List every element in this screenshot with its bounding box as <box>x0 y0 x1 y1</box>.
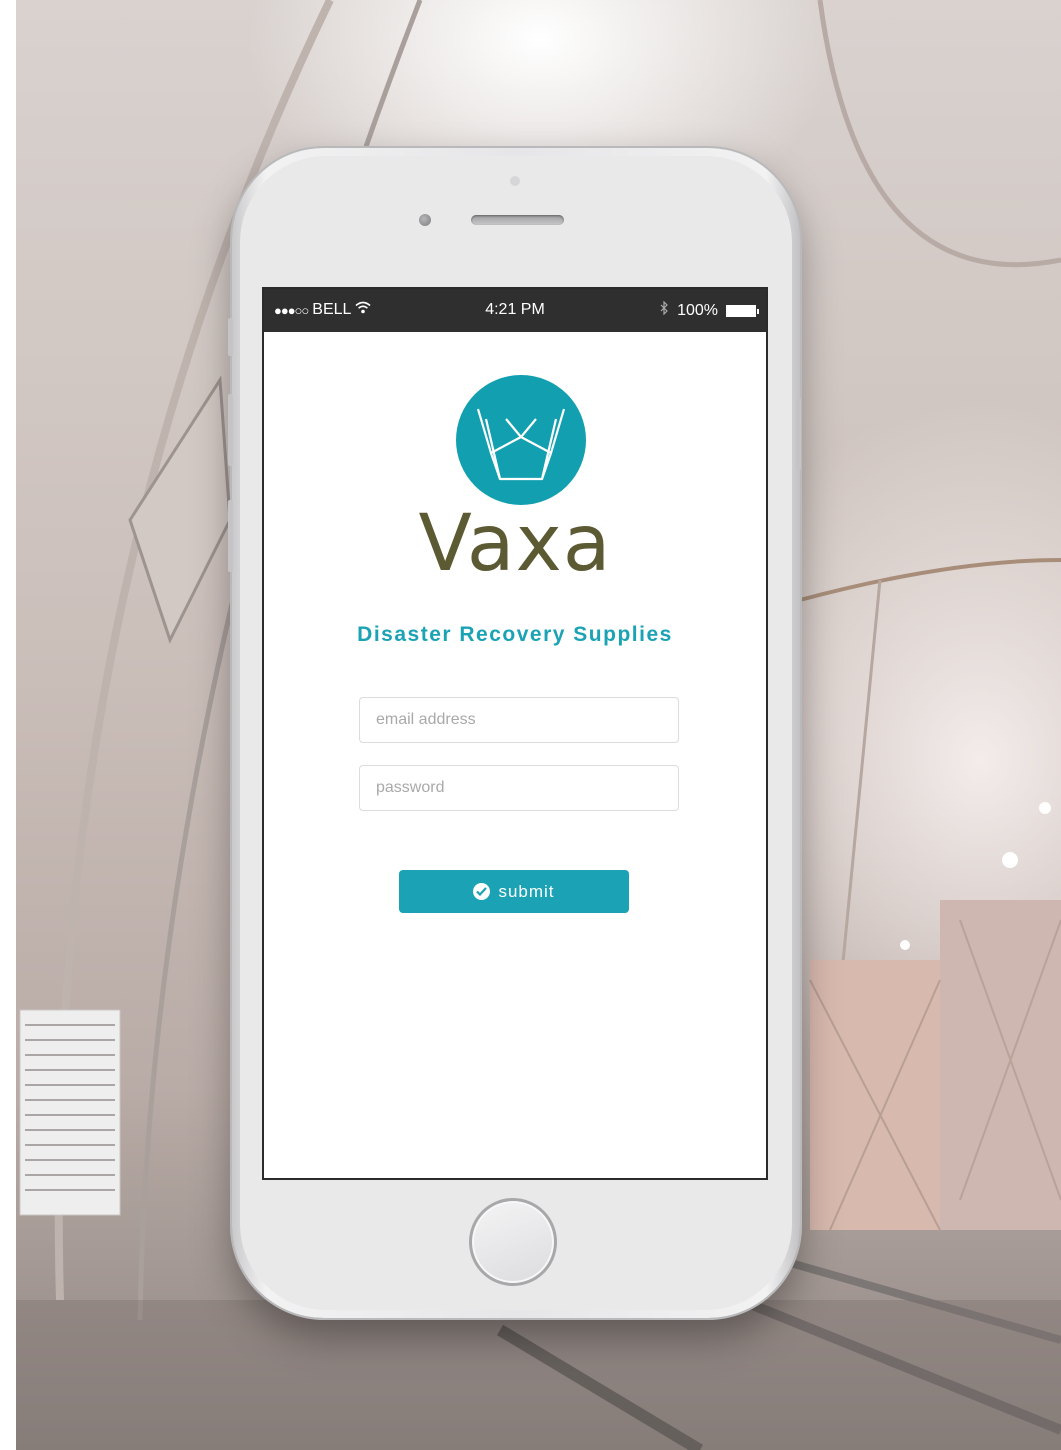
submit-button[interactable]: submit <box>399 870 629 913</box>
mute-switch <box>228 318 233 356</box>
battery-icon <box>726 304 759 317</box>
status-bar-right: 100% <box>660 300 759 320</box>
phone-screen: ●●●○○ BELL 4:21 PM 100% Vaxa Disaster Re… <box>262 287 768 1180</box>
volume-down-button <box>228 500 233 572</box>
power-button <box>796 398 801 470</box>
checkmark-icon <box>473 883 491 900</box>
page-margin <box>0 0 16 1450</box>
home-button[interactable] <box>469 1198 557 1286</box>
front-camera <box>419 214 431 226</box>
battery-percent: 100% <box>677 301 718 319</box>
app-name: Vaxa <box>418 499 612 589</box>
vaxa-logo-icon <box>456 375 586 505</box>
email-field[interactable] <box>359 697 679 743</box>
submit-label: submit <box>498 881 555 901</box>
earpiece-speaker <box>471 215 564 225</box>
app-tagline: Disaster Recovery Supplies <box>357 623 673 646</box>
bluetooth-icon <box>660 300 669 320</box>
proximity-sensor <box>510 176 520 186</box>
status-bar: ●●●○○ BELL 4:21 PM 100% <box>264 289 766 332</box>
volume-up-button <box>228 394 233 466</box>
password-field[interactable] <box>359 765 679 811</box>
